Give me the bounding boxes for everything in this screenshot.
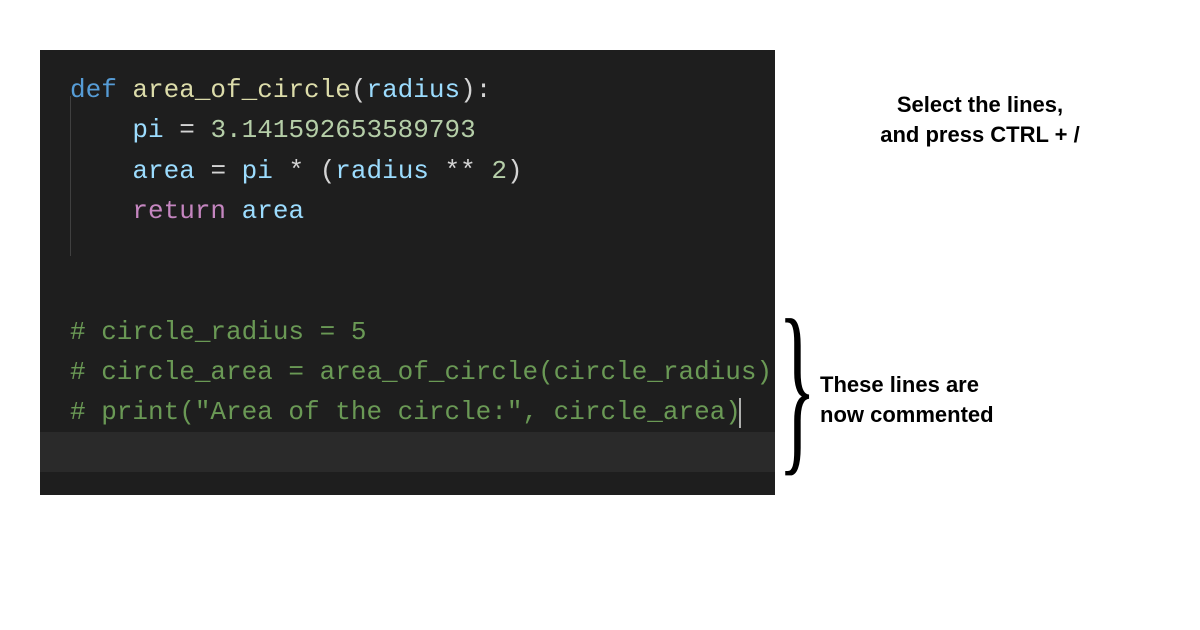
text-cursor: [739, 398, 741, 428]
code-line-7: # circle_radius = 5: [70, 312, 775, 352]
code-line-4: return area: [70, 191, 775, 231]
code-editor: def area_of_circle(radius): pi = 3.14159…: [40, 50, 775, 495]
code-line-9: # print("Area of the circle:", circle_ar…: [70, 392, 775, 432]
code-line-2: pi = 3.141592653589793: [70, 110, 775, 150]
code-line-3: area = pi * (radius ** 2): [70, 151, 775, 191]
code-line-8: # circle_area = area_of_circle(circle_ra…: [70, 352, 775, 392]
code-line-1: def area_of_circle(radius):: [70, 70, 775, 110]
brace-icon: }: [778, 292, 816, 482]
selection-highlight: [40, 432, 775, 472]
annotation-instruction: Select the lines, and press CTRL + /: [820, 90, 1140, 149]
code-line-blank2: [70, 271, 775, 311]
code-line-blank1: [70, 231, 775, 271]
annotation-result: These lines are now commented: [820, 370, 1180, 429]
